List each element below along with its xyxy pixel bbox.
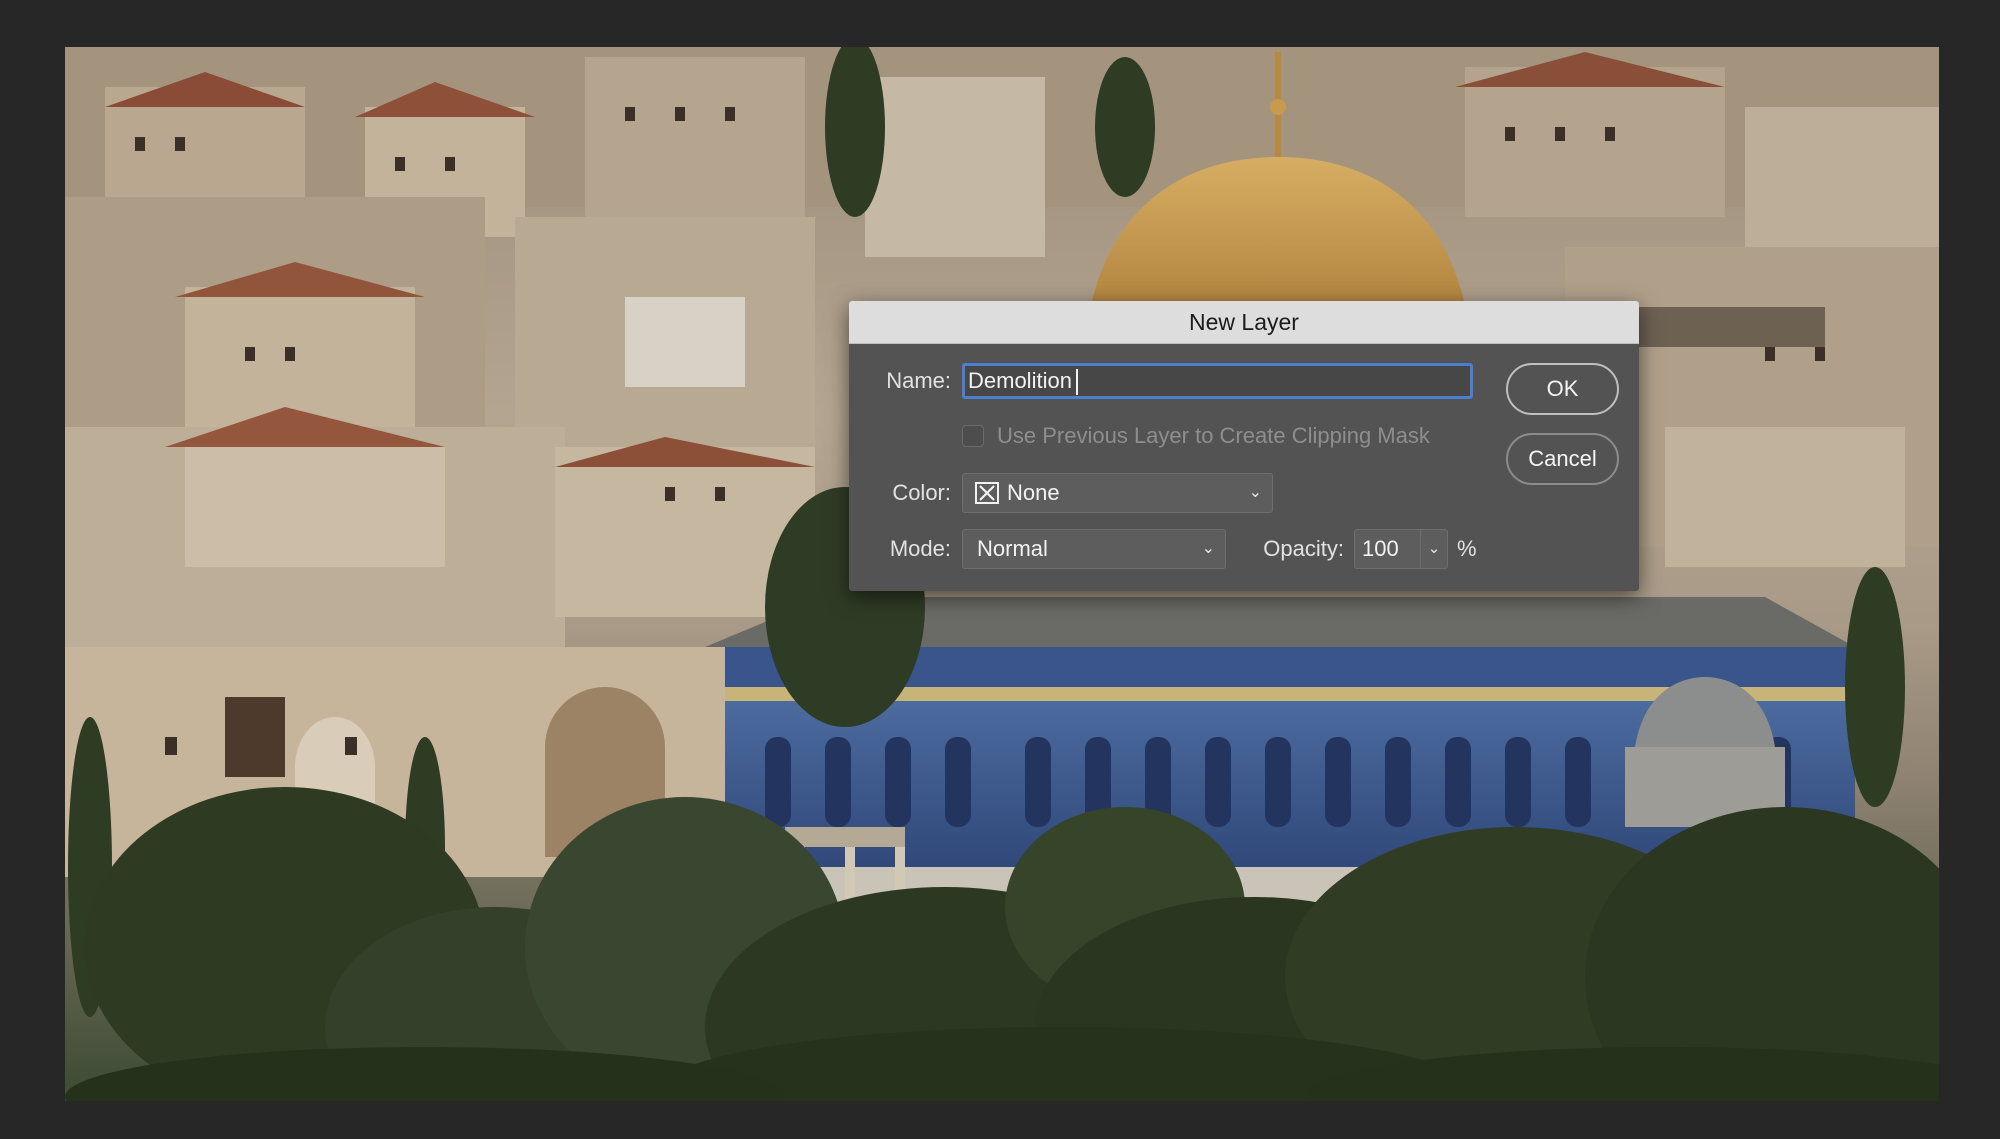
photoshop-workspace: New Layer Name: Demolition OK Cancel Use…: [0, 0, 2000, 1139]
opacity-value: 100: [1362, 536, 1399, 561]
chevron-down-icon: ⌄: [1248, 484, 1262, 501]
text-caret: [1075, 369, 1078, 396]
name-label: Name:: [886, 368, 951, 393]
clipping-mask-checkbox[interactable]: [962, 425, 984, 447]
mode-label: Mode:: [889, 536, 951, 561]
color-value: None: [1007, 480, 1060, 505]
dialog-title: New Layer: [1189, 309, 1299, 335]
ok-button[interactable]: OK: [1506, 363, 1619, 415]
chevron-down-icon: ⌄: [1427, 540, 1441, 557]
opacity-dropdown-button[interactable]: ⌄: [1420, 530, 1447, 568]
chevron-down-icon: ⌄: [1201, 540, 1215, 557]
layer-name-value: Demolition: [968, 368, 1072, 393]
blend-mode-select[interactable]: Normal ⌄: [962, 529, 1226, 569]
clipping-mask-label: Use Previous Layer to Create Clipping Ma…: [997, 423, 1430, 448]
color-select[interactable]: None ⌄: [962, 473, 1273, 513]
opacity-input[interactable]: 100 ⌄: [1354, 529, 1448, 569]
opacity-unit: %: [1457, 536, 1477, 561]
blend-mode-value: Normal: [977, 536, 1048, 561]
dialog-titlebar[interactable]: New Layer: [849, 301, 1639, 344]
new-layer-dialog: New Layer Name: Demolition OK Cancel Use…: [849, 301, 1639, 591]
opacity-label: Opacity:: [1263, 536, 1344, 561]
cancel-button[interactable]: Cancel: [1506, 433, 1619, 485]
layer-name-input[interactable]: Demolition: [962, 363, 1473, 399]
x-mark-icon: [975, 482, 999, 504]
color-label: Color:: [892, 480, 951, 505]
